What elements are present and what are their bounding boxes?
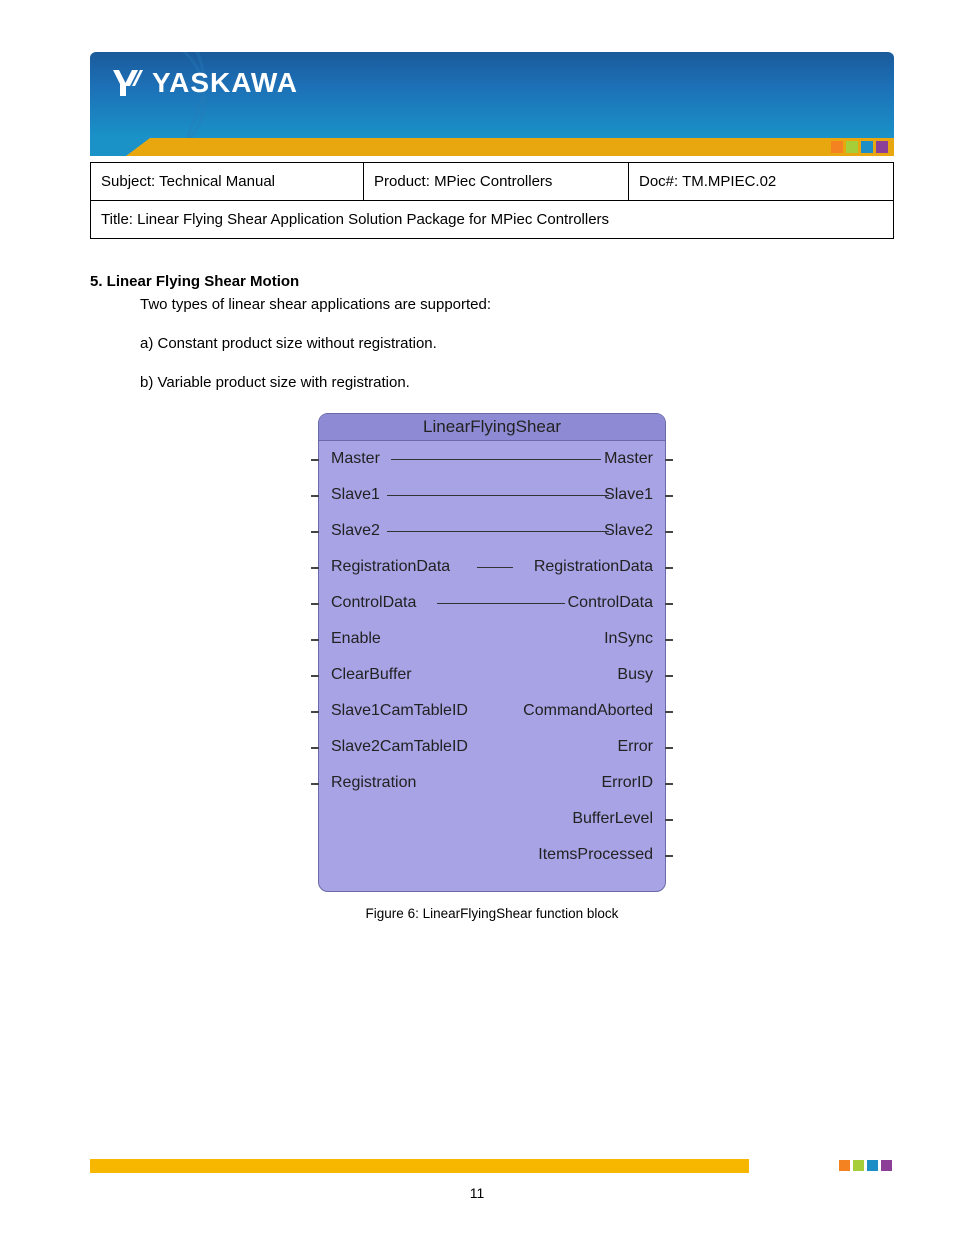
fb-input-label: Slave1CamTableID xyxy=(331,702,468,720)
header-banner: YASKAWA xyxy=(90,52,894,138)
info-product-value: MPiec Controllers xyxy=(434,173,552,190)
fb-input-label: RegistrationData xyxy=(331,558,450,576)
fb-connector-line xyxy=(437,603,565,604)
list-item-b: b) Variable product size with registrati… xyxy=(140,374,894,391)
fb-output-label: RegistrationData xyxy=(534,558,653,576)
info-product: Product: MPiec Controllers xyxy=(364,163,629,201)
fb-input-label: Slave2 xyxy=(331,522,380,540)
fb-row: ItemsProcessed xyxy=(319,837,665,873)
fb-output-label: Busy xyxy=(617,666,653,684)
fb-row: Master Master xyxy=(319,441,665,477)
header-colorbar xyxy=(90,138,894,156)
fb-row: ControlData ControlData xyxy=(319,585,665,621)
fb-input-label: ClearBuffer xyxy=(331,666,412,684)
fb-output-label: Master xyxy=(604,450,653,468)
section-heading: 5. Linear Flying Shear Motion xyxy=(90,273,894,290)
info-title-value: Linear Flying Shear Application Solution… xyxy=(137,211,609,228)
figure-caption: Figure 6: LinearFlyingShear function blo… xyxy=(318,906,666,921)
fb-connector-line xyxy=(387,531,609,532)
list-item-a: a) Constant product size without registr… xyxy=(140,335,894,352)
fb-row: RegistrationData RegistrationData xyxy=(319,549,665,585)
footer-bar xyxy=(90,1159,894,1173)
fb-output-label: InSync xyxy=(604,630,653,648)
fb-input-label: ControlData xyxy=(331,594,416,612)
fb-input-label: Slave2CamTableID xyxy=(331,738,468,756)
fb-row: BufferLevel xyxy=(319,801,665,837)
page-number: 11 xyxy=(0,1185,954,1201)
info-title: Title: Linear Flying Shear Application S… xyxy=(91,201,894,239)
doc-info-table: Subject: Technical Manual Product: MPiec… xyxy=(90,162,894,239)
fb-row: Enable InSync xyxy=(319,621,665,657)
fb-connector-line xyxy=(477,567,513,568)
info-product-label: Product: xyxy=(374,173,430,190)
info-subject: Subject: Technical Manual xyxy=(91,163,364,201)
fb-input-label: Slave1 xyxy=(331,486,380,504)
info-subject-value: Technical Manual xyxy=(159,173,275,190)
fb-output-label: ItemsProcessed xyxy=(538,846,653,864)
fb-connector-line xyxy=(391,459,601,460)
header-accent-squares xyxy=(831,141,888,153)
fb-output-label: Error xyxy=(617,738,653,756)
info-doc-label: Doc#: xyxy=(639,173,678,190)
fb-output-label: ErrorID xyxy=(601,774,653,792)
fb-row: ClearBuffer Busy xyxy=(319,657,665,693)
brand-name: YASKAWA xyxy=(152,67,298,99)
function-block: LinearFlyingShear MasterMasterSlave1Slav… xyxy=(318,413,666,892)
fb-row: Slave1 Slave1 xyxy=(319,477,665,513)
info-subject-label: Subject: xyxy=(101,173,155,190)
fb-row: Slave2CamTableID Error xyxy=(319,729,665,765)
function-block-title: LinearFlyingShear xyxy=(319,414,665,441)
fb-row: Registration ErrorID xyxy=(319,765,665,801)
fb-connector-line xyxy=(387,495,609,496)
footer-accent-squares xyxy=(839,1160,892,1171)
fb-output-label: ControlData xyxy=(568,594,653,612)
fb-row: Slave1CamTableID CommandAborted xyxy=(319,693,665,729)
fb-output-label: Slave1 xyxy=(604,486,653,504)
info-doc-value: TM.MPIEC.02 xyxy=(682,173,776,190)
fb-input-label: Registration xyxy=(331,774,416,792)
info-doc: Doc#: TM.MPIEC.02 xyxy=(629,163,894,201)
fb-output-label: Slave2 xyxy=(604,522,653,540)
fb-input-label: Enable xyxy=(331,630,381,648)
fb-output-label: BufferLevel xyxy=(572,810,653,828)
fb-output-label: CommandAborted xyxy=(523,702,653,720)
brand-logo-icon xyxy=(110,66,144,100)
info-title-label: Title: xyxy=(101,211,133,228)
fb-input-label: Master xyxy=(331,450,380,468)
section-intro: Two types of linear shear applications a… xyxy=(140,296,894,313)
fb-row: Slave2 Slave2 xyxy=(319,513,665,549)
